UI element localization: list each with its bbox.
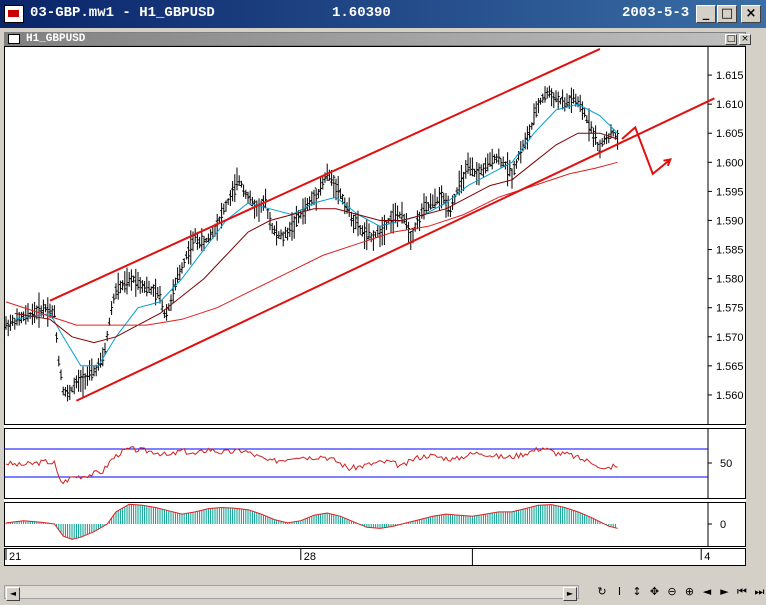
price-tick-label: 1.610	[716, 99, 744, 111]
scroll-start-icon[interactable]: ◄	[698, 584, 716, 600]
chart-window-title: H1_GBPUSD	[26, 33, 86, 45]
window-title: 03-GBP.mw1 - H1_GBPUSD	[30, 5, 215, 21]
scroll-left-icon[interactable]: ◄	[6, 587, 20, 601]
refresh-icon[interactable]: ↻	[593, 584, 611, 600]
price-tick-label: 1.560	[716, 390, 744, 402]
price-tick-label: 1.590	[716, 215, 744, 227]
time-tick-label: 4	[704, 551, 710, 563]
chart-maximize-button[interactable]: □	[725, 34, 737, 45]
cursor-icon[interactable]: I	[611, 584, 629, 600]
price-tick-label: 1.605	[716, 128, 744, 140]
chart-close-button[interactable]: ×	[739, 34, 751, 45]
horizontal-scrollbar[interactable]: ◄ ►	[4, 585, 579, 601]
price-tick-label: 1.600	[716, 157, 744, 169]
chart-window-titlebar: H1_GBPUSD □ ×	[4, 32, 751, 46]
skip-end-icon[interactable]: ⏭	[751, 584, 766, 600]
chart-canvas[interactable]: 1.615 1.610 1.605 1.600 1.595 1.590 1.585 1.580…	[4, 46, 746, 566]
time-tick-label: 28	[304, 551, 316, 563]
price-tick-label: 1.595	[716, 186, 744, 198]
maximize-button[interactable]: □	[717, 5, 737, 23]
skip-start-icon[interactable]: ⏮	[733, 584, 751, 600]
price-tick-label: 1.570	[716, 332, 744, 344]
price-tick-label: 1.615	[716, 70, 744, 82]
pane-frame-2	[4, 502, 746, 547]
macd-tick-label: 0	[720, 519, 726, 531]
vertical-zoom-icon[interactable]: ↕	[628, 584, 646, 600]
oscillator-tick-label: 50	[720, 458, 732, 470]
chart-area[interactable]: 1.615 1.610 1.605 1.600 1.595 1.590 1.585 1.580…	[4, 46, 746, 566]
app-icon[interactable]	[4, 5, 24, 23]
scroll-end-icon[interactable]: ►	[716, 584, 734, 600]
time-tick-label: 21	[9, 551, 21, 563]
scroll-right-icon[interactable]: ►	[563, 587, 577, 601]
move-icon[interactable]: ✥	[646, 584, 664, 600]
title-bar: 03-GBP.mw1 - H1_GBPUSD 1.60390 2003-5-3 …	[0, 0, 766, 28]
time-axis-frame	[4, 548, 746, 566]
minimize-button[interactable]: _	[696, 5, 716, 23]
close-button[interactable]: ×	[741, 5, 761, 23]
price-tick-label: 1.575	[716, 303, 744, 315]
zoom-out-icon[interactable]: ⊖	[663, 584, 681, 600]
current-date: 2003-5-3	[622, 5, 690, 21]
pane-frame-0	[4, 46, 746, 425]
current-price: 1.60390	[332, 5, 391, 21]
price-tick-label: 1.580	[716, 274, 744, 286]
zoom-in-icon[interactable]: ⊕	[681, 584, 699, 600]
chart-window-icon[interactable]	[8, 34, 20, 44]
bottom-toolbar: ◄ ► ↻ I ↕ ✥ ⊖ ⊕ ◄ ► ⏮ ⏭	[4, 583, 766, 601]
price-tick-label: 1.565	[716, 361, 744, 373]
price-tick-label: 1.585	[716, 245, 744, 257]
